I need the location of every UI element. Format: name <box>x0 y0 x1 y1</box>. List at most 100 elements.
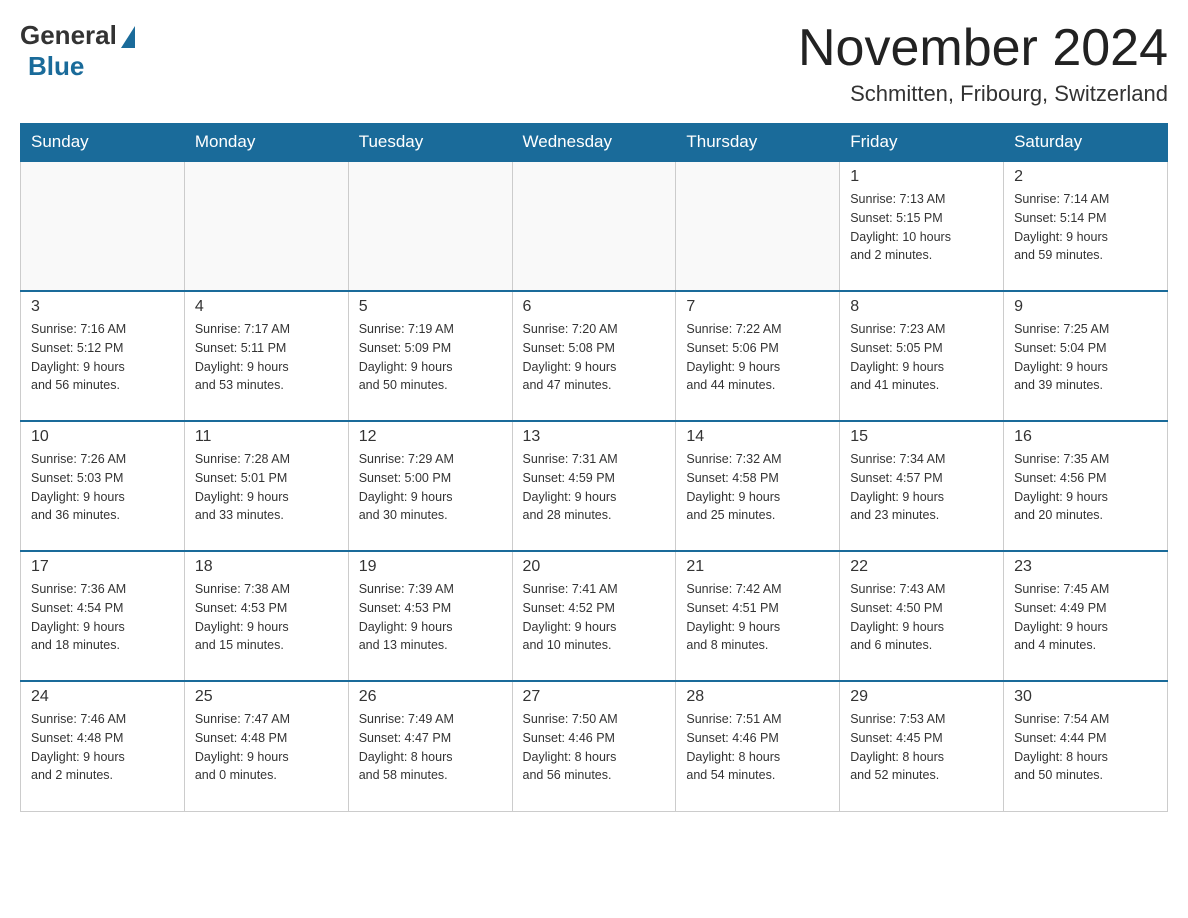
page-header: General Blue November 2024 Schmitten, Fr… <box>20 20 1168 107</box>
calendar-cell <box>348 161 512 291</box>
location-subtitle: Schmitten, Fribourg, Switzerland <box>798 81 1168 107</box>
calendar-cell <box>21 161 185 291</box>
calendar-week-2: 3 Sunrise: 7:16 AMSunset: 5:12 PMDaylight… <box>21 291 1168 421</box>
calendar-cell: 9 Sunrise: 7:25 AMSunset: 5:04 PMDaylight… <box>1004 291 1168 421</box>
calendar-cell: 25 Sunrise: 7:47 AMSunset: 4:48 PMDayligh… <box>184 681 348 811</box>
calendar-table: Sunday Monday Tuesday Wednesday Thursday… <box>20 123 1168 812</box>
calendar-cell: 21 Sunrise: 7:42 AMSunset: 4:51 PMDayligh… <box>676 551 840 681</box>
day-info: Sunrise: 7:54 AMSunset: 4:44 PMDaylight:… <box>1014 710 1157 785</box>
day-info: Sunrise: 7:47 AMSunset: 4:48 PMDaylight:… <box>195 710 338 785</box>
day-number: 28 <box>686 688 829 706</box>
day-info: Sunrise: 7:26 AMSunset: 5:03 PMDaylight:… <box>31 450 174 525</box>
col-sunday: Sunday <box>21 124 185 162</box>
day-number: 3 <box>31 298 174 316</box>
col-tuesday: Tuesday <box>348 124 512 162</box>
day-info: Sunrise: 7:29 AMSunset: 5:00 PMDaylight:… <box>359 450 502 525</box>
day-info: Sunrise: 7:36 AMSunset: 4:54 PMDaylight:… <box>31 580 174 655</box>
day-number: 8 <box>850 298 993 316</box>
day-number: 29 <box>850 688 993 706</box>
day-info: Sunrise: 7:53 AMSunset: 4:45 PMDaylight:… <box>850 710 993 785</box>
calendar-cell: 1 Sunrise: 7:13 AMSunset: 5:15 PMDaylight… <box>840 161 1004 291</box>
calendar-cell: 13 Sunrise: 7:31 AMSunset: 4:59 PMDayligh… <box>512 421 676 551</box>
day-number: 17 <box>31 558 174 576</box>
col-wednesday: Wednesday <box>512 124 676 162</box>
logo-triangle-icon <box>121 26 135 48</box>
day-info: Sunrise: 7:17 AMSunset: 5:11 PMDaylight:… <box>195 320 338 395</box>
day-number: 24 <box>31 688 174 706</box>
day-info: Sunrise: 7:22 AMSunset: 5:06 PMDaylight:… <box>686 320 829 395</box>
day-number: 20 <box>523 558 666 576</box>
day-info: Sunrise: 7:32 AMSunset: 4:58 PMDaylight:… <box>686 450 829 525</box>
calendar-cell: 18 Sunrise: 7:38 AMSunset: 4:53 PMDayligh… <box>184 551 348 681</box>
calendar-cell <box>184 161 348 291</box>
day-info: Sunrise: 7:39 AMSunset: 4:53 PMDaylight:… <box>359 580 502 655</box>
calendar-cell: 10Sunrise: 7:26 AMSunset: 5:03 PMDayligh… <box>21 421 185 551</box>
calendar-cell <box>676 161 840 291</box>
col-monday: Monday <box>184 124 348 162</box>
day-info: Sunrise: 7:45 AMSunset: 4:49 PMDaylight:… <box>1014 580 1157 655</box>
day-number: 19 <box>359 558 502 576</box>
logo-general-text: General <box>20 20 117 51</box>
day-info: Sunrise: 7:49 AMSunset: 4:47 PMDaylight:… <box>359 710 502 785</box>
day-number: 26 <box>359 688 502 706</box>
calendar-cell: 23 Sunrise: 7:45 AMSunset: 4:49 PMDayligh… <box>1004 551 1168 681</box>
day-number: 9 <box>1014 298 1157 316</box>
title-block: November 2024 Schmitten, Fribourg, Switz… <box>798 20 1168 107</box>
calendar-cell: 19 Sunrise: 7:39 AMSunset: 4:53 PMDayligh… <box>348 551 512 681</box>
calendar-cell: 16 Sunrise: 7:35 AMSunset: 4:56 PMDayligh… <box>1004 421 1168 551</box>
day-info: Sunrise: 7:20 AMSunset: 5:08 PMDaylight:… <box>523 320 666 395</box>
day-info: Sunrise: 7:28 AMSunset: 5:01 PMDaylight:… <box>195 450 338 525</box>
day-number: 23 <box>1014 558 1157 576</box>
day-number: 30 <box>1014 688 1157 706</box>
day-number: 7 <box>686 298 829 316</box>
logo: General Blue <box>20 20 135 82</box>
calendar-cell: 5Sunrise: 7:19 AMSunset: 5:09 PMDaylight… <box>348 291 512 421</box>
calendar-week-5: 24Sunrise: 7:46 AMSunset: 4:48 PMDayligh… <box>21 681 1168 811</box>
day-info: Sunrise: 7:16 AMSunset: 5:12 PMDaylight:… <box>31 320 174 395</box>
day-info: Sunrise: 7:23 AMSunset: 5:05 PMDaylight:… <box>850 320 993 395</box>
calendar-cell: 24Sunrise: 7:46 AMSunset: 4:48 PMDayligh… <box>21 681 185 811</box>
calendar-cell: 30 Sunrise: 7:54 AMSunset: 4:44 PMDayligh… <box>1004 681 1168 811</box>
calendar-cell: 8 Sunrise: 7:23 AMSunset: 5:05 PMDaylight… <box>840 291 1004 421</box>
day-number: 16 <box>1014 428 1157 446</box>
calendar-week-1: 1 Sunrise: 7:13 AMSunset: 5:15 PMDaylight… <box>21 161 1168 291</box>
day-info: Sunrise: 7:14 AMSunset: 5:14 PMDaylight:… <box>1014 190 1157 265</box>
calendar-week-4: 17 Sunrise: 7:36 AMSunset: 4:54 PMDayligh… <box>21 551 1168 681</box>
day-info: Sunrise: 7:42 AMSunset: 4:51 PMDaylight:… <box>686 580 829 655</box>
calendar-cell: 14 Sunrise: 7:32 AMSunset: 4:58 PMDayligh… <box>676 421 840 551</box>
day-info: Sunrise: 7:25 AMSunset: 5:04 PMDaylight:… <box>1014 320 1157 395</box>
day-number: 22 <box>850 558 993 576</box>
day-number: 13 <box>523 428 666 446</box>
calendar-cell: 11 Sunrise: 7:28 AMSunset: 5:01 PMDayligh… <box>184 421 348 551</box>
day-number: 6 <box>523 298 666 316</box>
calendar-cell: 29 Sunrise: 7:53 AMSunset: 4:45 PMDayligh… <box>840 681 1004 811</box>
calendar-header-row: Sunday Monday Tuesday Wednesday Thursday… <box>21 124 1168 162</box>
calendar-cell: 20Sunrise: 7:41 AMSunset: 4:52 PMDayligh… <box>512 551 676 681</box>
day-number: 1 <box>850 168 993 186</box>
logo-blue-text: Blue <box>0 51 84 81</box>
day-number: 21 <box>686 558 829 576</box>
day-number: 25 <box>195 688 338 706</box>
day-number: 4 <box>195 298 338 316</box>
month-title: November 2024 <box>798 20 1168 77</box>
calendar-cell <box>512 161 676 291</box>
calendar-cell: 27Sunrise: 7:50 AMSunset: 4:46 PMDayligh… <box>512 681 676 811</box>
day-number: 14 <box>686 428 829 446</box>
calendar-cell: 3 Sunrise: 7:16 AMSunset: 5:12 PMDaylight… <box>21 291 185 421</box>
day-info: Sunrise: 7:50 AMSunset: 4:46 PMDaylight:… <box>523 710 666 785</box>
day-number: 15 <box>850 428 993 446</box>
day-info: Sunrise: 7:31 AMSunset: 4:59 PMDaylight:… <box>523 450 666 525</box>
calendar-cell: 22 Sunrise: 7:43 AMSunset: 4:50 PMDayligh… <box>840 551 1004 681</box>
day-info: Sunrise: 7:43 AMSunset: 4:50 PMDaylight:… <box>850 580 993 655</box>
day-info: Sunrise: 7:19 AMSunset: 5:09 PMDaylight:… <box>359 320 502 395</box>
calendar-cell: 2 Sunrise: 7:14 AMSunset: 5:14 PMDaylight… <box>1004 161 1168 291</box>
day-number: 2 <box>1014 168 1157 186</box>
day-info: Sunrise: 7:38 AMSunset: 4:53 PMDaylight:… <box>195 580 338 655</box>
day-number: 11 <box>195 428 338 446</box>
day-info: Sunrise: 7:13 AMSunset: 5:15 PMDaylight:… <box>850 190 993 265</box>
day-number: 18 <box>195 558 338 576</box>
col-thursday: Thursday <box>676 124 840 162</box>
calendar-cell: 6 Sunrise: 7:20 AMSunset: 5:08 PMDaylight… <box>512 291 676 421</box>
col-saturday: Saturday <box>1004 124 1168 162</box>
day-info: Sunrise: 7:35 AMSunset: 4:56 PMDaylight:… <box>1014 450 1157 525</box>
